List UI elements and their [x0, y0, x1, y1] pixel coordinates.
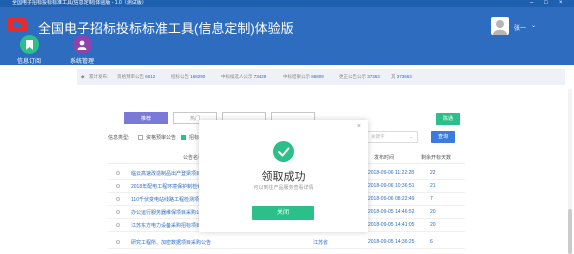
minimize-icon[interactable]: – [530, 0, 533, 7]
maximize-icon[interactable]: □ [544, 0, 548, 7]
column-header-date: 发布时间 [374, 155, 395, 161]
row-date: 2018-09-05 14:36:25 [368, 239, 415, 245]
avatar [491, 17, 509, 35]
checkbox-tender-label: 招标 [189, 135, 200, 141]
nav-subscribe-label: 信息订阅 [16, 59, 41, 65]
row-title[interactable]: 临云高速改造制品出产登梁项目 [131, 170, 201, 177]
app-header: 全国电子招标投标标准工具(信息定制)体验版 信息订阅 系统管理 张一 ⌄ [0, 7, 574, 65]
row-title[interactable]: 110千伏变电站线路工程检测项目 [131, 196, 204, 203]
radio-icon[interactable] [116, 184, 120, 188]
row-days: 20 [430, 222, 436, 228]
radio-icon[interactable] [116, 240, 120, 244]
window-titlebar: 全国电子招标投标标准工具(信息定制)体验版 - 1.0（测试版） – □ × [0, 0, 574, 7]
stats-bar: ◆ 累计发布: 资格预审公告 6012 招标公告 168290 中标候选人公示 … [77, 69, 565, 85]
user-name: 张一 [514, 26, 527, 32]
checkbox-prequal-label: 资格预审公告 [146, 135, 177, 141]
tab-recommend[interactable]: 推荐 [124, 112, 168, 124]
window-title: 全国电子招标投标标准工具(信息定制)体验版 - 1.0（测试版） [12, 0, 147, 6]
chevron-down-icon: ⌄ [531, 23, 537, 29]
row-date: 2018-09-05 14:41:05 [368, 222, 415, 228]
scrollbar[interactable] [568, 89, 572, 254]
volume-icon: ◆ [81, 74, 85, 79]
row-date: 2018-09-06 10:36:51 [368, 183, 415, 189]
user-icon [72, 35, 92, 54]
app-logo [8, 17, 28, 31]
radio-icon[interactable] [116, 171, 120, 175]
dialog-title: 领取成功 [261, 171, 306, 183]
table-row[interactable]: 研究工程所、加密数据项目采购公告 江苏省 2018-09-05 14:36:25… [108, 236, 465, 249]
chevron-down-icon: ⌄ [409, 134, 413, 139]
dialog-subtitle: 可以到往产品服务查看详情 [253, 185, 314, 191]
row-region: 江苏省 [313, 240, 329, 246]
row-days: 20 [430, 209, 436, 215]
row-days: 6 [430, 239, 433, 245]
check-icon [273, 141, 294, 162]
radio-icon[interactable] [116, 223, 120, 227]
user-menu[interactable]: 张一 ⌄ [491, 17, 561, 37]
nav-subscribe[interactable]: 信息订阅 [12, 35, 46, 65]
stat-item: 中标候选人公示 73429 [221, 74, 267, 79]
close-window-icon[interactable]: × [559, 0, 563, 7]
row-date: 2018-09-06 11:22:28 [368, 170, 415, 176]
nav-system[interactable]: 系统管理 [65, 35, 99, 65]
row-date: 2018-09-05 14:46:52 [368, 209, 415, 215]
filter-label: 信息类型: [108, 135, 130, 141]
radio-icon[interactable] [116, 210, 120, 214]
row-title[interactable]: 办公运行服务器维保项目采购公告 [131, 209, 206, 216]
row-days: 22 [430, 170, 436, 176]
stat-item: 中标结果公示 86809 [283, 74, 324, 79]
checkbox-tender[interactable] [181, 135, 186, 140]
stat-item: 资格预审公告 6012 [117, 74, 156, 79]
close-dialog-button[interactable]: 关闭 [252, 206, 314, 220]
scrollbar-thumb[interactable] [568, 209, 572, 254]
stat-item: 更正公告公示 37363 [339, 74, 380, 79]
radio-icon[interactable] [116, 197, 120, 201]
query-button[interactable]: 查询 [431, 131, 455, 143]
row-title[interactable]: 研究工程所、加密数据项目采购公告 [131, 239, 211, 246]
nav-system-label: 系统管理 [69, 59, 94, 65]
column-header-days: 剩余开标天数 [421, 155, 452, 161]
green-action-button[interactable]: 陈通 [436, 113, 460, 125]
row-days: 7 [430, 196, 433, 202]
close-icon[interactable]: × [357, 123, 361, 130]
checkbox-prequal[interactable] [138, 135, 143, 140]
stats-total-label: 累计发布: [89, 74, 109, 79]
row-days: 21 [430, 183, 436, 189]
stat-item: 其 373663 [391, 74, 412, 79]
success-dialog: × 领取成功 可以到往产品服务查看详情 关闭 [199, 120, 368, 232]
stat-item: 招标公告 168290 [171, 74, 206, 79]
row-title[interactable]: 江苏东方电力设备采购招标项目 [131, 222, 201, 229]
row-date: 2018-09-06 08:22:49 [368, 196, 415, 202]
bookmark-icon [19, 35, 39, 54]
